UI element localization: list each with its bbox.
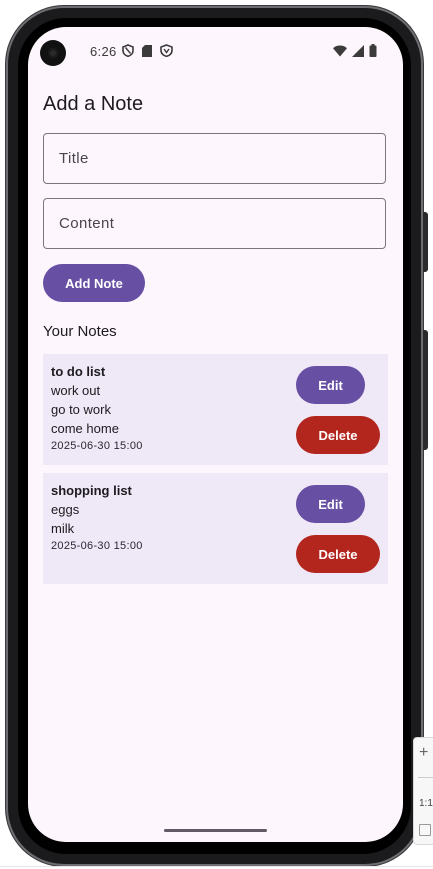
volume-button[interactable] [423,212,428,272]
status-icons-left [122,44,173,57]
note-timestamp: 2025-06-30 15:00 [51,540,143,552]
title-field[interactable] [43,133,386,184]
title-input[interactable] [44,134,385,183]
shield-icon [122,44,134,57]
note-card: shopping list eggs milk 2025-06-30 15:00… [43,473,388,584]
note-title: to do list [51,364,106,379]
status-time: 6:26 [90,44,117,59]
note-content-line: come home [51,421,119,436]
home-indicator[interactable] [164,829,267,832]
edit-note-button[interactable]: Edit [296,485,365,523]
note-content-line: go to work [51,402,111,417]
fit-screen-icon[interactable] [419,824,431,836]
battery-icon [369,44,377,57]
edit-note-button[interactable]: Edit [296,366,365,404]
page-title: Add a Note [43,93,144,115]
content-input[interactable] [44,199,385,248]
note-content-line: work out [51,383,101,398]
note-content-line: milk [51,521,75,536]
delete-note-button[interactable]: Delete [296,535,380,573]
divider [0,866,433,867]
wifi-icon [333,45,347,57]
actual-size-button[interactable]: 1:1 [419,798,433,809]
note-title: shopping list [51,483,132,498]
content-field[interactable] [43,198,386,249]
vpn-shield-icon [160,44,173,57]
note-card: to do list work out go to work come home… [43,354,388,465]
delete-note-button[interactable]: Delete [296,416,380,454]
sd-card-icon [142,44,152,57]
toolbar-divider [418,777,433,778]
zoom-in-icon[interactable]: + [419,744,428,762]
front-camera [40,40,66,66]
notes-heading: Your Notes [43,323,117,340]
emulator-stage: 6:26 Add a Note Title Content Add Note Y… [0,0,433,869]
power-button[interactable] [423,330,428,450]
note-content-line: eggs [51,502,80,517]
app-screen: 6:26 Add a Note Title Content Add Note Y… [28,27,403,842]
signal-icon [352,44,364,57]
emulator-toolbar: + 1:1 [413,737,433,845]
add-note-button[interactable]: Add Note [43,264,145,302]
note-timestamp: 2025-06-30 15:00 [51,440,143,452]
status-icons-right [333,44,377,57]
